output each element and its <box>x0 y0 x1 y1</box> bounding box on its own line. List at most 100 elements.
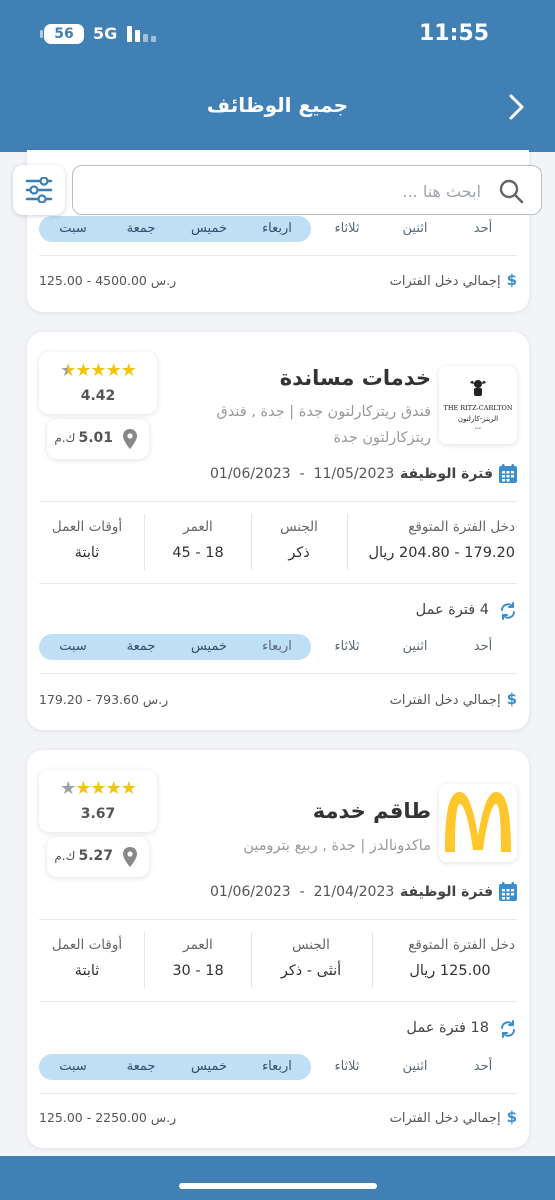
day-sat: سبت <box>59 1059 87 1074</box>
day-tue: ثلاثاء <box>334 1059 360 1074</box>
signal-icon <box>127 26 159 42</box>
rating-box: ★★★★★ 3.67 <box>39 770 157 832</box>
column-separator <box>372 932 373 988</box>
battery-indicator: 56 <box>40 24 84 44</box>
divider <box>39 919 517 920</box>
job-card[interactable]: طاقم خدمة ماكدونالدز | جدة , ربيع بترومي… <box>27 750 529 1148</box>
day-fri: جمعة <box>126 639 156 654</box>
age-value: 18 - 30 <box>172 963 224 979</box>
app-header: 56 5G 11:55 جميع الوظائف <box>0 0 555 152</box>
divider <box>39 583 517 584</box>
home-indicator[interactable] <box>179 1183 377 1189</box>
dollar-icon: $ <box>506 1108 517 1126</box>
company-name: فندق ريتزكارلتون جدة | جدة , فندق ريتزكا… <box>216 404 432 446</box>
status-time: 11:55 <box>418 21 489 46</box>
calendar-icon <box>499 882 517 901</box>
rating-stars: ★★★★★ <box>60 360 137 381</box>
expected-income-col: دخل الفترة المتوقع 125.00 ريال <box>385 937 515 979</box>
job-card[interactable]: THE RITZ-CARLTON الريتز-كارلتون جدة خدما… <box>27 332 529 730</box>
distance-value: 5.27ك.م <box>54 848 113 864</box>
filter-button[interactable] <box>13 165 65 215</box>
day-wed: اربعاء <box>262 221 292 236</box>
expected-income-col: دخل الفترة المتوقع 179.20 - 204.80 ريال <box>365 519 515 561</box>
divider <box>39 673 517 674</box>
network-label: 5G <box>93 24 118 43</box>
page-title: جميع الوظائف <box>206 93 349 117</box>
expected-income-value: 125.00 ريال <box>409 963 491 979</box>
bottom-bar <box>0 1156 555 1200</box>
job-period-label: فترة الوظيفة <box>399 884 493 900</box>
column-separator <box>347 514 348 570</box>
divider <box>39 501 517 502</box>
distance-box: 5.27ك.م <box>47 837 149 877</box>
day-fri: جمعة <box>126 1059 156 1074</box>
day-thu: خميس <box>190 221 228 236</box>
dollar-icon: $ <box>506 271 517 289</box>
total-income-label: $إجمالي دخل الفترات <box>389 1108 517 1126</box>
day-sat: سبت <box>59 639 87 654</box>
gender-col: الجنس أنثى - ذكر <box>255 937 367 979</box>
company-name: ماكدونالدز | جدة , ربيع بترومين <box>243 838 431 854</box>
day-mon: اثنين <box>402 1059 428 1074</box>
work-days: أحد اثنين ثلاثاء اربعاء خميس جمعة سبت <box>39 216 517 242</box>
work-hours-value: ثابتة <box>74 963 100 979</box>
total-income-value: 125.00 - 4500.00 ر.س <box>39 273 177 288</box>
shift-count: 18 فترة عمل <box>406 1020 489 1036</box>
shift-count: 4 فترة عمل <box>415 602 489 618</box>
divider <box>39 1093 517 1094</box>
day-wed: اربعاء <box>262 1059 292 1074</box>
search-input[interactable] <box>93 178 481 204</box>
sync-icon <box>501 602 515 620</box>
job-title: خدمات مساندة <box>279 366 431 390</box>
job-period-dates: 01/06/2023 - 11/05/2023 <box>210 466 395 482</box>
work-hours-col: أوقات العمل ثابتة <box>37 937 137 979</box>
calendar-icon <box>499 464 517 483</box>
chevron-right-icon <box>509 94 524 120</box>
back-button[interactable] <box>505 93 529 121</box>
search-icon[interactable] <box>497 177 525 205</box>
day-mon: اثنين <box>402 639 428 654</box>
logo-text-en: THE RITZ-CARLTON <box>443 404 512 412</box>
day-wed: اربعاء <box>262 639 292 654</box>
gender-value: ذكر <box>288 545 310 561</box>
expected-income-value: 179.20 - 204.80 ريال <box>368 545 515 561</box>
job-period-label: فترة الوظيفة <box>399 466 493 482</box>
divider <box>39 1001 517 1002</box>
total-income-label: $إجمالي دخل الفترات <box>389 271 517 289</box>
divider <box>39 255 517 256</box>
work-hours-col: أوقات العمل ثابتة <box>37 519 137 561</box>
total-income-value: 125.00 - 2250.00 ر.س <box>39 1110 177 1125</box>
job-title: طاقم خدمة <box>312 799 431 823</box>
day-sat: سبت <box>59 221 87 236</box>
job-period-dates: 01/06/2023 - 21/04/2023 <box>210 884 395 900</box>
day-thu: خميس <box>190 1059 228 1074</box>
company-logo <box>439 784 517 862</box>
sliders-icon <box>25 177 53 203</box>
total-income-value: 179.20 - 793.60 ر.س <box>39 692 169 707</box>
day-tue: ثلاثاء <box>334 639 360 654</box>
rating-stars: ★★★★★ <box>60 778 137 799</box>
location-pin-icon <box>123 429 137 449</box>
rating-box: ★★★★★ 4.42 <box>39 352 157 414</box>
day-fri: جمعة <box>126 221 156 236</box>
work-days: أحد اثنين ثلاثاء اربعاء خميس جمعة سبت <box>39 634 517 660</box>
day-tue: ثلاثاء <box>334 221 360 236</box>
sync-icon <box>501 1020 515 1038</box>
work-days: أحد اثنين ثلاثاء اربعاء خميس جمعة سبت <box>39 1054 517 1080</box>
logo-text-ar: الريتز-كارلتون <box>458 415 498 423</box>
gender-col: الجنس ذكر <box>255 519 343 561</box>
day-thu: خميس <box>190 639 228 654</box>
day-sun: أحد <box>473 1059 493 1074</box>
column-separator <box>144 514 145 570</box>
company-logo: THE RITZ-CARLTON الريتز-كارلتون جدة <box>439 366 517 444</box>
day-sun: أحد <box>473 221 493 236</box>
status-bar: 56 5G 11:55 <box>0 20 555 50</box>
age-col: العمر 18 - 45 <box>149 519 247 561</box>
work-hours-value: ثابتة <box>74 545 100 561</box>
column-separator <box>144 932 145 988</box>
day-mon: اثنين <box>402 221 428 236</box>
rating-value: 4.42 <box>80 388 116 404</box>
distance-value: 5.01ك.م <box>54 430 113 446</box>
search-bar <box>72 165 542 215</box>
column-separator <box>251 932 252 988</box>
